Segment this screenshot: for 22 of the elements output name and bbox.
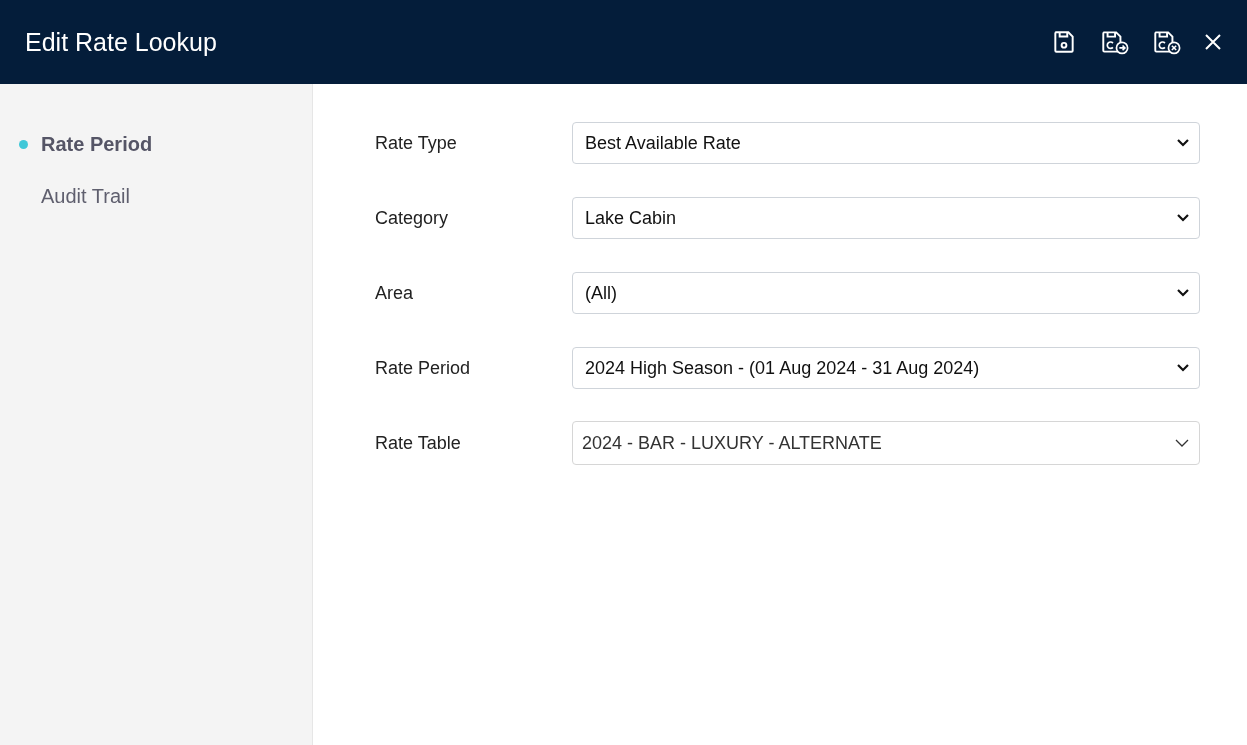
- dropdown-field[interactable]: (All): [572, 272, 1200, 314]
- window-title: Edit Rate Lookup: [25, 27, 218, 57]
- save-and-next-icon[interactable]: [1099, 29, 1129, 55]
- save-icon[interactable]: [1051, 29, 1077, 55]
- field-label: Rate Period: [375, 357, 472, 379]
- chevron-icon: [1177, 214, 1189, 222]
- chevron-icon: [1177, 364, 1189, 372]
- dropdown-field[interactable]: 2024 - BAR - LUXURY - ALTERNATE: [572, 421, 1200, 465]
- chevron-icon: [1177, 139, 1189, 147]
- field-label: Rate Type: [375, 132, 458, 154]
- field-label: Category: [375, 207, 450, 229]
- close-icon[interactable]: [1203, 32, 1223, 52]
- sidebar-item[interactable]: Audit Trail: [41, 184, 130, 208]
- dropdown-field[interactable]: Best Available Rate: [572, 122, 1200, 164]
- chevron-icon: [1177, 289, 1189, 297]
- dropdown-field[interactable]: 2024 High Season - (01 Aug 2024 - 31 Aug 2024): [572, 347, 1200, 389]
- dropdown-field[interactable]: Lake Cabin: [572, 197, 1200, 239]
- chevron-icon: [1175, 438, 1189, 448]
- field-label: Rate Table: [375, 432, 462, 454]
- sidebar-item[interactable]: Rate Period: [41, 132, 153, 156]
- field-label: Area: [375, 282, 415, 304]
- save-and-close-icon[interactable]: [1151, 29, 1181, 55]
